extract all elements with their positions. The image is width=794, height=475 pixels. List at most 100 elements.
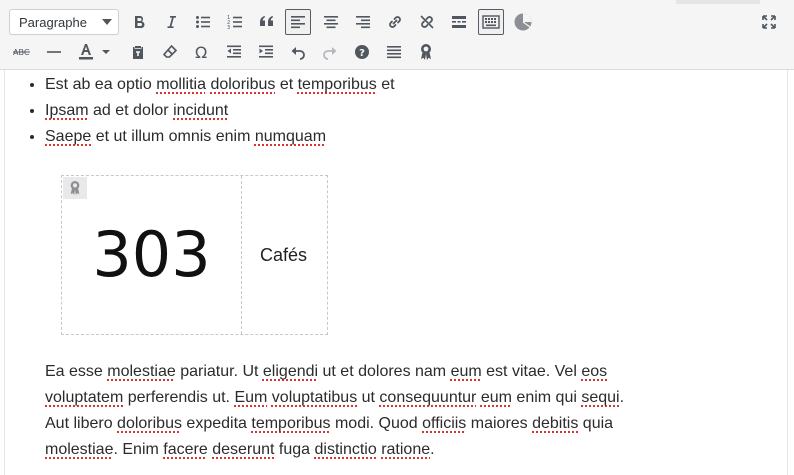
text-color-icon bbox=[79, 44, 93, 60]
misspelled-word: incidunt bbox=[173, 102, 229, 119]
bullet-list-icon bbox=[196, 16, 210, 28]
fullscreen-button[interactable] bbox=[756, 9, 782, 35]
counter-widget[interactable]: 303 Cafés bbox=[61, 175, 328, 335]
paste-text-button[interactable] bbox=[125, 39, 151, 65]
chevron-down-icon bbox=[102, 19, 112, 25]
help-button[interactable]: ? bbox=[349, 39, 375, 65]
misspelled-word: voluptatibus bbox=[271, 389, 358, 406]
special-character-button[interactable]: Ω bbox=[189, 39, 215, 65]
indent-button[interactable] bbox=[253, 39, 279, 65]
numbered-list-icon: 123 bbox=[227, 15, 242, 30]
misspelled-word: Saepe bbox=[45, 128, 92, 145]
italic-button[interactable] bbox=[158, 9, 184, 35]
misspelled-word: distinctio bbox=[314, 441, 377, 458]
align-left-button[interactable] bbox=[285, 9, 311, 35]
outdent-button[interactable] bbox=[221, 39, 247, 65]
fullscreen-icon bbox=[762, 15, 776, 29]
editor-content[interactable]: Est ab ea optio mollitia doloribus et te… bbox=[4, 70, 788, 475]
list-item: Est ab ea optio mollitia doloribus et te… bbox=[45, 72, 395, 98]
text-run: quia bbox=[578, 415, 614, 432]
award-widget-button[interactable] bbox=[413, 39, 439, 65]
pie-chart-icon bbox=[514, 13, 532, 31]
undo-icon bbox=[291, 47, 305, 60]
strikethrough-button[interactable]: ABC bbox=[9, 39, 35, 65]
list-item: Saepe et ut illum omnis enim numquam bbox=[45, 124, 395, 150]
help-icon: ? bbox=[355, 45, 369, 59]
unlink-icon bbox=[420, 15, 434, 29]
misspelled-word: doloribus bbox=[117, 415, 182, 432]
list-widget-button[interactable] bbox=[381, 39, 407, 65]
counter-divider bbox=[241, 176, 242, 334]
misspelled-word: eum bbox=[480, 389, 512, 406]
text-run: modi. Quod bbox=[330, 415, 423, 432]
misspelled-word: molestiae bbox=[45, 441, 114, 458]
align-center-button[interactable] bbox=[318, 9, 344, 35]
text-run: fuga bbox=[274, 441, 315, 458]
text-run: . Enim bbox=[113, 441, 164, 458]
undo-button[interactable] bbox=[285, 39, 311, 65]
format-select[interactable]: Paragraphe bbox=[9, 9, 119, 35]
text-run: est vitae. Vel bbox=[481, 363, 582, 380]
align-left-icon bbox=[291, 16, 305, 29]
read-more-icon bbox=[452, 16, 466, 28]
editor-tab-edge bbox=[676, 0, 760, 4]
text-run: pariatur. Ut bbox=[175, 363, 263, 380]
editor-toolbar: Paragraphe 123 ABC Ω ? bbox=[0, 0, 794, 70]
keyboard-icon bbox=[482, 15, 500, 29]
misspelled-word: eum bbox=[450, 363, 482, 380]
text-run: et bbox=[376, 76, 395, 93]
text-color-button[interactable] bbox=[73, 39, 99, 65]
misspelled-word: debitis bbox=[532, 415, 579, 432]
paste-icon bbox=[133, 46, 143, 59]
svg-text:?: ? bbox=[359, 48, 365, 59]
text-run: Ea esse bbox=[45, 363, 108, 380]
chart-button[interactable] bbox=[510, 9, 536, 35]
remove-link-button[interactable] bbox=[414, 9, 440, 35]
blockquote-button[interactable] bbox=[254, 9, 280, 35]
toolbar-toggle-button[interactable] bbox=[478, 9, 504, 35]
misspelled-word: temporibus bbox=[297, 76, 377, 93]
award-icon bbox=[421, 44, 431, 60]
misspelled-word: deserunt bbox=[212, 441, 275, 458]
chevron-down-icon bbox=[102, 50, 110, 54]
counter-badge[interactable] bbox=[63, 177, 87, 199]
redo-button[interactable] bbox=[317, 39, 343, 65]
wysiwyg-editor: Paragraphe 123 ABC Ω ? • Est ab ea optio… bbox=[0, 0, 794, 475]
svg-text:Ω: Ω bbox=[195, 44, 207, 60]
misspelled-word: ratione bbox=[381, 441, 431, 458]
text-color-dropdown[interactable] bbox=[97, 39, 115, 65]
text-run: enim qui bbox=[511, 389, 582, 406]
text-run: ut bbox=[357, 389, 380, 406]
blockquote-icon bbox=[260, 16, 274, 26]
misspelled-word: facere bbox=[163, 441, 208, 458]
redo-icon bbox=[323, 47, 337, 60]
align-right-button[interactable] bbox=[350, 9, 376, 35]
read-more-button[interactable] bbox=[446, 9, 472, 35]
format-select-value: Paragraphe bbox=[19, 14, 87, 30]
misspelled-word: molestiae bbox=[107, 363, 176, 380]
list-item: Ipsam ad et dolor incidunt bbox=[45, 98, 395, 124]
bullet-list-button[interactable] bbox=[190, 9, 216, 35]
misspelled-word: doloribus bbox=[210, 76, 276, 93]
horizontal-line-button[interactable] bbox=[41, 39, 67, 65]
misspelled-word: sequi bbox=[581, 389, 620, 406]
numbered-list-button[interactable]: 123 bbox=[222, 9, 248, 35]
text-run: expedita bbox=[181, 415, 252, 432]
text-run: et ut illum omnis enim bbox=[91, 128, 255, 145]
align-center-icon bbox=[324, 16, 338, 29]
text-run: perferendis ut. bbox=[123, 389, 235, 406]
clear-formatting-button[interactable] bbox=[157, 39, 183, 65]
bold-button[interactable] bbox=[126, 9, 152, 35]
misspelled-word: voluptatem bbox=[45, 389, 124, 406]
misspelled-word: mollitia bbox=[156, 76, 206, 93]
misspelled-word: numquam bbox=[254, 128, 327, 145]
text-run: ad et dolor bbox=[88, 102, 174, 119]
misspelled-word: eos bbox=[581, 363, 608, 380]
bold-icon bbox=[135, 16, 145, 29]
insert-link-button[interactable] bbox=[382, 9, 408, 35]
text-run: ut et dolores nam bbox=[318, 363, 451, 380]
counter-number: 303 bbox=[92, 218, 211, 291]
misspelled-word: officiis bbox=[422, 415, 467, 432]
misspelled-word: Eum bbox=[234, 389, 268, 406]
omega-icon: Ω bbox=[195, 44, 207, 60]
